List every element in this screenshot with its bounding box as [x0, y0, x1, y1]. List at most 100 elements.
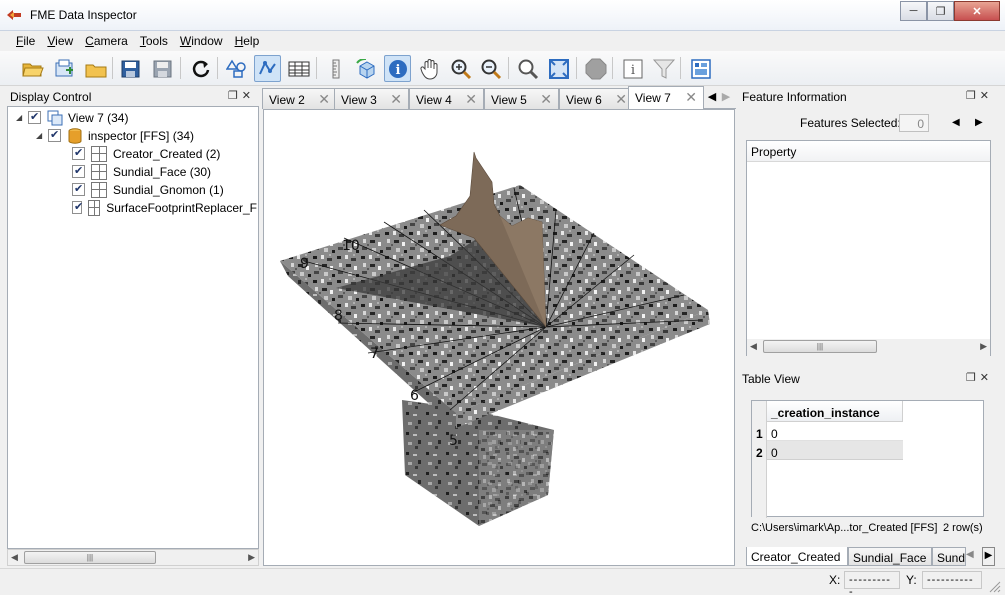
scroll-thumb[interactable]: ||| [24, 551, 156, 564]
tree-node-dataset[interactable]: ◢ inspector [FFS] (34) [36, 127, 194, 144]
row-number[interactable]: 1 [756, 427, 763, 441]
tab-view-6[interactable]: View 6 ✕ [559, 88, 634, 109]
select-3d-icon[interactable] [254, 55, 281, 82]
minimize-button[interactable]: ─ [900, 1, 927, 21]
scroll-thumb[interactable]: ||| [763, 340, 877, 353]
view-tabs: View 2 ✕ View 3 ✕ View 4 ✕ View 5 ✕ View 6 ✕ … [262, 86, 736, 110]
dataset-checkbox[interactable] [48, 128, 61, 142]
view-checkbox[interactable] [28, 110, 41, 124]
tree-node-view[interactable]: ◢ View 7 (34) [16, 109, 128, 126]
close-tab-icon[interactable]: ✕ [615, 91, 627, 108]
scroll-right-icon[interactable]: ▶ [980, 341, 987, 352]
scroll-left-icon[interactable]: ◀ [750, 341, 757, 352]
menu-view[interactable]: View [41, 31, 79, 51]
zoom-selection-icon[interactable] [514, 55, 541, 82]
tab-view-4[interactable]: View 4 ✕ [409, 88, 484, 109]
view-icon [47, 110, 63, 125]
tab-scroll-left-icon[interactable]: ◀ [966, 549, 974, 560]
expander-icon[interactable]: ◢ [16, 113, 24, 122]
info-icon[interactable]: i [384, 55, 411, 82]
close-tab-icon[interactable]: ✕ [390, 91, 402, 108]
3d-viewport[interactable]: 8 7 6 5 10 9 [263, 109, 735, 566]
resize-grip-icon[interactable] [989, 581, 1001, 593]
refresh-icon[interactable] [187, 55, 214, 82]
hour-numeral: 6 [410, 388, 419, 404]
table-view-panel: Table View ❐✕ _creation_instance 1 0 2 0… [739, 370, 997, 566]
restore-button[interactable]: ❐ [927, 1, 954, 21]
tab-scroll-left-icon[interactable]: ◀ [706, 90, 718, 107]
features-selected-label: Features Selected: [800, 116, 901, 130]
feature-type-icon [91, 145, 107, 162]
x-coord-value: ---------- [844, 571, 900, 595]
tree-node-feature[interactable]: Sundial_Face (30) [72, 163, 211, 180]
property-hscrollbar[interactable]: ◀ ||| ▶ [747, 339, 990, 356]
feature-checkbox[interactable] [72, 200, 83, 214]
tab-sundial-gnomon[interactable]: Sund [932, 547, 966, 566]
table-cell[interactable]: 0 [771, 446, 778, 460]
shapes-icon[interactable] [223, 55, 250, 82]
close-tab-icon[interactable]: ✕ [318, 91, 330, 108]
x-coord-label: X: [829, 573, 841, 587]
feature-checkbox[interactable] [72, 164, 85, 178]
tab-creator-created[interactable]: Creator_Created [746, 547, 848, 566]
tree-node-feature[interactable]: Creator_Created (2) [72, 145, 220, 162]
cube-rotate-icon[interactable] [353, 55, 380, 82]
feature-checkbox[interactable] [72, 182, 85, 196]
feature-type-icon [91, 163, 107, 180]
layout-icon[interactable] [687, 55, 714, 82]
tab-scroll-right-icon[interactable]: ▶ [720, 90, 732, 107]
menu-window[interactable]: Window [174, 31, 229, 51]
menu-help[interactable]: Help [229, 31, 266, 51]
tab-view-7[interactable]: View 7 ✕ [628, 86, 704, 110]
expander-icon[interactable]: ◢ [36, 131, 44, 140]
save-as-icon[interactable] [149, 55, 176, 82]
zoom-out-icon[interactable] [477, 55, 504, 82]
close-tab-icon[interactable]: ✕ [685, 89, 697, 106]
tab-sundial-face[interactable]: Sundial_Face [848, 547, 932, 566]
tree-node-feature[interactable]: Sundial_Gnomon (1) [72, 181, 224, 198]
view-label: View 7 (34) [68, 110, 129, 125]
close-button[interactable]: ✕ [954, 1, 1000, 21]
open-dataset-icon[interactable] [51, 55, 78, 82]
stop-icon[interactable] [582, 55, 609, 82]
hour-numeral: 10 [342, 238, 360, 254]
open-folder-icon[interactable] [19, 55, 46, 82]
pan-hand-icon[interactable] [416, 55, 443, 82]
panel-header-buttons[interactable]: ❐✕ [966, 371, 993, 384]
add-dataset-icon[interactable] [82, 55, 109, 82]
property-column-header[interactable]: Property [747, 141, 990, 162]
tab-view-5[interactable]: View 5 ✕ [484, 88, 559, 109]
menu-file[interactable]: File [10, 31, 41, 51]
feature-checkbox[interactable] [72, 146, 85, 160]
row-number[interactable]: 2 [756, 446, 763, 460]
sundial-scene: 8 7 6 5 10 9 [280, 151, 710, 526]
save-icon[interactable] [117, 55, 144, 82]
filter-icon[interactable] [650, 55, 677, 82]
table-cell[interactable]: 0 [771, 427, 778, 441]
feature-info-icon[interactable]: i [619, 55, 646, 82]
table-icon[interactable] [285, 55, 312, 82]
prev-feature-icon[interactable]: ◀ [952, 117, 960, 128]
close-tab-icon[interactable]: ✕ [465, 91, 477, 108]
panel-header-buttons[interactable]: ❐✕ [966, 89, 993, 102]
menu-camera[interactable]: Camera [79, 31, 134, 51]
data-table: _creation_instance 1 0 2 0 [751, 400, 984, 518]
zoom-in-icon[interactable] [447, 55, 474, 82]
measure-icon[interactable] [322, 55, 349, 82]
feature-label: Creator_Created (2) [113, 146, 221, 161]
panel-header-buttons[interactable]: ❐✕ [228, 89, 255, 102]
tab-view-3[interactable]: View 3 ✕ [334, 88, 409, 109]
tab-scroll-right-icon[interactable]: ▶ [982, 547, 995, 566]
hour-numeral: 9 [300, 256, 309, 272]
scroll-right-icon[interactable]: ▶ [248, 552, 255, 563]
scroll-left-icon[interactable]: ◀ [11, 552, 18, 563]
close-tab-icon[interactable]: ✕ [540, 91, 552, 108]
menu-tools[interactable]: Tools [134, 31, 174, 51]
next-feature-icon[interactable]: ▶ [975, 117, 983, 128]
svg-text:i: i [630, 63, 634, 78]
tab-view-2[interactable]: View 2 ✕ [262, 88, 337, 109]
tree-hscrollbar[interactable]: ◀ ||| ▶ [7, 549, 259, 566]
zoom-extents-icon[interactable] [545, 55, 572, 82]
column-header[interactable]: _creation_instance [771, 406, 880, 420]
tree-node-feature[interactable]: SurfaceFootprintReplacer_F [72, 199, 257, 216]
